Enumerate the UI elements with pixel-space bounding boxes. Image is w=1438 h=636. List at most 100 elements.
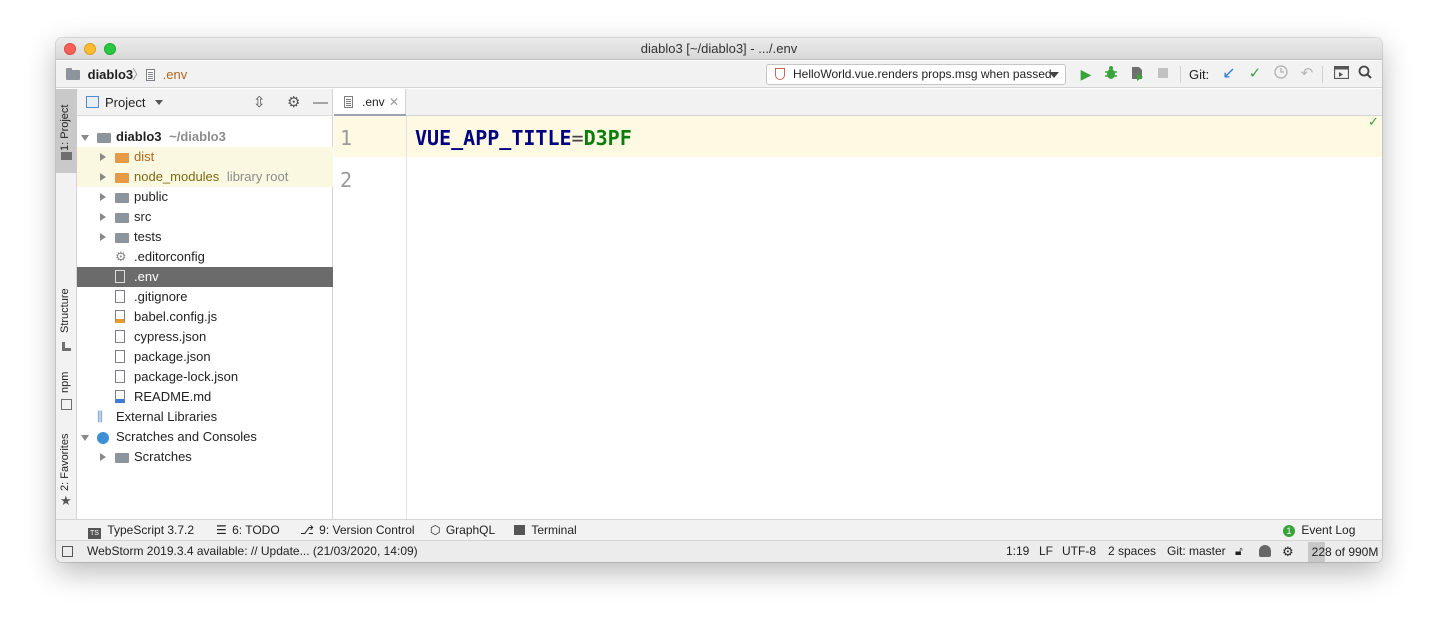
tree-item[interactable]: public — [77, 187, 333, 207]
debug-icon[interactable] — [1102, 65, 1120, 83]
toggle-tool-windows-icon[interactable] — [62, 546, 73, 557]
tree-item[interactable]: package-lock.json — [77, 367, 333, 387]
js-file-icon — [115, 310, 125, 323]
search-icon[interactable] — [1356, 65, 1374, 83]
tree-item[interactable]: .gitignore — [77, 287, 333, 307]
tree-item[interactable]: .env — [77, 267, 333, 287]
project-view-select[interactable]: Project — [105, 89, 164, 116]
chevron-down-icon[interactable] — [81, 135, 89, 141]
tool-tab-favorites[interactable]: 2: Favorites ★ — [56, 429, 77, 513]
inspection-ok-icon[interactable]: ✓ — [1368, 114, 1379, 130]
run-configuration-label: HelloWorld.vue.renders props.msg when pa… — [793, 67, 1052, 81]
chevron-down-icon — [155, 100, 164, 105]
tree-item[interactable]: ⚙ .editorconfig — [77, 247, 333, 267]
git-history-icon[interactable] — [1272, 65, 1290, 83]
left-tool-strip: 1: Project Structure npm 2: Favorites ★ — [56, 89, 77, 519]
close-window-button[interactable] — [64, 43, 76, 55]
breadcrumb-file[interactable]: .env — [146, 61, 187, 88]
tree-item-label: node_modules library root — [134, 169, 289, 184]
close-tab-icon[interactable]: ✕ — [389, 89, 399, 116]
tool-tab-structure[interactable]: Structure — [56, 279, 77, 359]
chevron-right-icon[interactable] — [100, 213, 106, 221]
lock-icon[interactable]: 🔓︎ — [1235, 541, 1243, 562]
tree-item[interactable]: README.md — [77, 387, 333, 407]
chevron-right-icon[interactable] — [100, 153, 106, 161]
inspector-icon[interactable] — [1259, 545, 1271, 557]
stop-icon[interactable] — [1154, 65, 1172, 83]
tree-item[interactable]: cypress.json — [77, 327, 333, 347]
caret-position[interactable]: 1:19 — [1006, 541, 1029, 562]
tree-item-hint: ~/diablo3 — [169, 129, 226, 144]
jest-icon — [775, 68, 785, 80]
chevron-right-icon[interactable] — [100, 193, 106, 201]
chevron-right-icon[interactable] — [100, 233, 106, 241]
tool-window-terminal[interactable]: Terminal — [514, 520, 577, 540]
tree-item[interactable]: package.json — [77, 347, 333, 367]
tool-window-typescript[interactable]: TS TypeScript 3.7.2 — [88, 520, 194, 540]
memory-usage-label: 228 of 990M — [1311, 545, 1379, 559]
breadcrumb-file-label: .env — [162, 67, 188, 82]
tool-tab-npm[interactable]: npm — [56, 367, 77, 417]
tool-tab-project[interactable]: 1: Project — [56, 89, 77, 173]
gear-icon[interactable]: ⚙ — [287, 89, 300, 116]
graphql-icon: ⬡ — [430, 523, 441, 537]
line-number: 1 — [340, 126, 353, 150]
git-settings-icon[interactable]: ⚙ — [1282, 541, 1294, 562]
status-message[interactable]: WebStorm 2019.3.4 available: // Update..… — [87, 541, 418, 562]
tree-item[interactable]: src — [77, 207, 333, 227]
collapse-all-icon[interactable]: ⇳ — [253, 89, 266, 116]
tool-window-graphql[interactable]: ⬡ GraphQL — [430, 520, 495, 540]
git-label: Git: — [1189, 67, 1210, 82]
event-log-button[interactable]: 1 Event Log — [1283, 520, 1355, 540]
todo-list-icon: ☰ — [216, 523, 227, 537]
code-line-1[interactable]: VUE_APP_TITLE=D3PF — [415, 126, 632, 150]
npm-icon — [61, 399, 72, 410]
structure-icon — [62, 342, 71, 351]
chevron-right-icon[interactable] — [100, 173, 106, 181]
minimize-window-button[interactable] — [84, 43, 96, 55]
breadcrumb-project[interactable]: diablo3 — [66, 61, 133, 88]
chevron-right-icon[interactable] — [100, 453, 106, 461]
presentation-mode-icon[interactable] — [1332, 65, 1350, 83]
tree-item-label: .gitignore — [134, 289, 188, 304]
ignore-file-icon — [115, 290, 125, 303]
indent-setting[interactable]: 2 spaces — [1108, 541, 1156, 562]
git-commit-icon[interactable]: ✓ — [1246, 65, 1264, 83]
tree-item[interactable]: babel.config.js — [77, 307, 333, 327]
run-configuration-select[interactable]: HelloWorld.vue.renders props.msg when pa… — [766, 64, 1066, 85]
folder-icon — [66, 68, 80, 80]
run-with-coverage-icon[interactable] — [1128, 65, 1146, 83]
tree-item[interactable]: diablo3 ~/diablo3 — [77, 127, 333, 147]
tool-window-todo[interactable]: ☰ 6: TODO — [216, 520, 280, 540]
memory-indicator[interactable]: 228 of 990M — [1308, 542, 1382, 562]
git-rollback-icon[interactable]: ↶ — [1298, 65, 1316, 83]
tree-item[interactable]: Scratches and Consoles — [77, 427, 333, 447]
terminal-icon — [514, 525, 525, 535]
folder-icon — [115, 193, 129, 203]
file-encoding[interactable]: UTF-8 — [1062, 541, 1096, 562]
tree-item[interactable]: dist — [77, 147, 333, 167]
status-bar: WebStorm 2019.3.4 available: // Update..… — [56, 540, 1382, 562]
json-file-icon — [115, 350, 125, 363]
hide-panel-icon[interactable]: — — [313, 89, 328, 116]
folder-icon — [115, 213, 129, 223]
folder-icon — [97, 133, 111, 143]
run-icon[interactable]: ▶ — [1077, 65, 1095, 83]
git-update-icon[interactable]: ↙ — [1220, 65, 1238, 83]
tool-window-version-control[interactable]: ⎇ 9: Version Control — [300, 520, 415, 540]
zoom-window-button[interactable] — [104, 43, 116, 55]
tree-item[interactable]: ⫼ External Libraries — [77, 407, 333, 427]
tree-item-label: diablo3 ~/diablo3 — [116, 129, 226, 144]
event-log-badge: 1 — [1283, 525, 1295, 537]
tree-item[interactable]: node_modules library root — [77, 167, 333, 187]
tree-item[interactable]: tests — [77, 227, 333, 247]
tree-item[interactable]: Scratches — [77, 447, 333, 467]
tree-item-label: .editorconfig — [134, 249, 205, 264]
editor-tab-env[interactable]: .env ✕ — [334, 89, 406, 117]
chevron-down-icon[interactable] — [81, 435, 89, 441]
navigation-bar: diablo3 〉 .env HelloWorld.vue.renders pr… — [56, 61, 1382, 88]
line-separator[interactable]: LF — [1039, 541, 1053, 562]
env-value: D3PF — [583, 126, 632, 150]
git-branch[interactable]: Git: master — [1167, 541, 1226, 562]
json-file-icon — [115, 370, 125, 383]
